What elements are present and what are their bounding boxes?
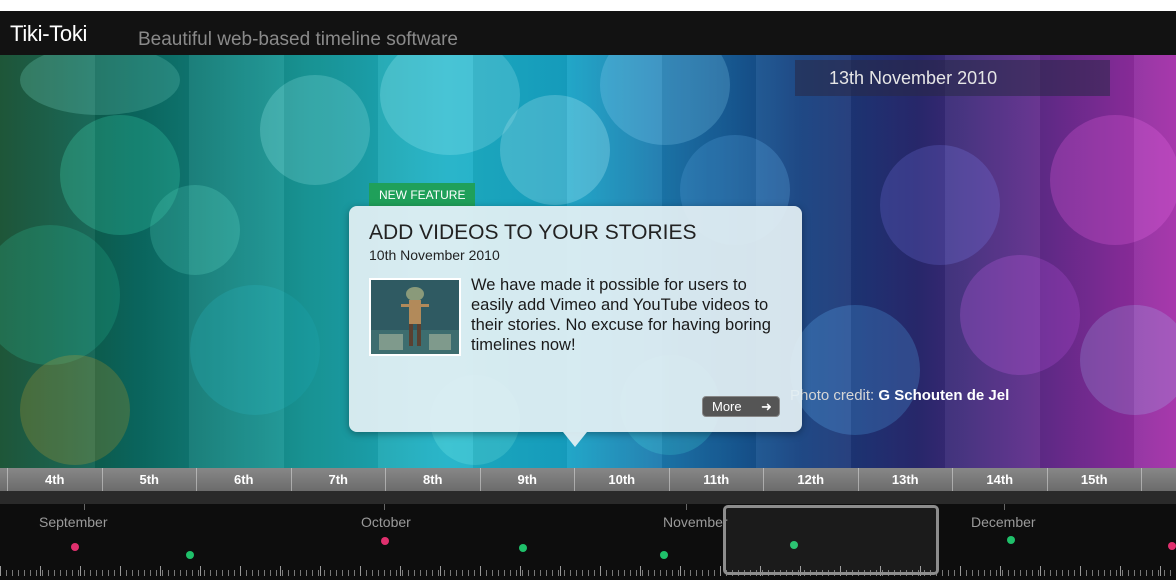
month-tick bbox=[686, 504, 687, 510]
story-category-tag[interactable]: NEW FEATURE bbox=[369, 183, 476, 206]
day-label[interactable]: 5th bbox=[101, 468, 197, 491]
story-marker[interactable] bbox=[519, 544, 527, 552]
day-label[interactable]: 12th bbox=[763, 468, 858, 491]
timeline-navigator[interactable]: September October November December bbox=[0, 504, 1176, 580]
photo-credit: Photo credit: G Schouten de Jel bbox=[790, 387, 1009, 404]
day-label[interactable]: 11th bbox=[668, 468, 764, 491]
story-card[interactable]: ADD VIDEOS TO YOUR STORIES 10th November… bbox=[349, 206, 802, 432]
story-marker[interactable] bbox=[186, 551, 194, 559]
month-label-october: October bbox=[361, 514, 411, 530]
photo-credit-prefix: Photo credit: bbox=[790, 387, 879, 404]
day-label[interactable]: 9th bbox=[479, 468, 575, 491]
timeline-app: Tiki-Toki Beautiful web-based timeline s… bbox=[0, 0, 1176, 580]
story-marker[interactable] bbox=[1007, 536, 1015, 544]
story-text: We have made it possible for users to ea… bbox=[471, 276, 771, 354]
story-card-pointer bbox=[563, 432, 587, 447]
month-tick bbox=[1004, 504, 1005, 510]
more-button[interactable]: More ➜ bbox=[702, 396, 780, 417]
story-thumbnail[interactable] bbox=[369, 278, 461, 356]
month-tick bbox=[384, 504, 385, 510]
day-label[interactable]: 14th bbox=[952, 468, 1047, 491]
current-date: 13th November 2010 bbox=[829, 68, 998, 88]
day-label[interactable]: 15th bbox=[1046, 468, 1142, 491]
more-button-label: More bbox=[712, 399, 742, 414]
day-label[interactable]: 7th bbox=[290, 468, 386, 491]
day-scale-bar[interactable]: 4th 5th 6th 7th 8th 9th 10th 11th 12th 13th 14th 15… bbox=[0, 468, 1176, 491]
story-marker[interactable] bbox=[381, 537, 389, 545]
timeline-stage[interactable]: 13th November 2010 Photo credit: G Schou… bbox=[0, 55, 1176, 468]
day-label[interactable]: 16th bbox=[1141, 468, 1176, 491]
photo-credit-author: G Schouten de Jel bbox=[878, 387, 1010, 404]
navigator-viewport-handle[interactable] bbox=[723, 505, 939, 575]
story-marker[interactable] bbox=[660, 551, 668, 559]
story-marker[interactable] bbox=[71, 543, 79, 551]
top-bar: Tiki-Toki Beautiful web-based timeline s… bbox=[0, 11, 1176, 55]
logo-text[interactable]: Tiki-Toki bbox=[10, 21, 87, 47]
day-label[interactable]: 8th bbox=[385, 468, 480, 491]
story-date: 10th November 2010 bbox=[369, 247, 500, 263]
month-label-september: September bbox=[39, 514, 108, 530]
month-label-november: November bbox=[663, 514, 728, 530]
navigator-top-strip bbox=[0, 491, 1176, 504]
day-label[interactable]: 13th bbox=[857, 468, 953, 491]
month-label-december: December bbox=[971, 514, 1036, 530]
month-tick bbox=[84, 504, 85, 510]
day-label[interactable]: 4th bbox=[7, 468, 102, 491]
tagline: Beautiful web-based timeline software bbox=[138, 29, 459, 50]
navigator-ruler-major bbox=[0, 566, 1176, 576]
story-marker[interactable] bbox=[1168, 542, 1176, 550]
current-date-banner: 13th November 2010 bbox=[795, 60, 1110, 96]
arrow-right-icon: ➜ bbox=[761, 399, 772, 414]
day-label[interactable]: 10th bbox=[574, 468, 669, 491]
day-label[interactable]: 6th bbox=[196, 468, 291, 491]
story-title: ADD VIDEOS TO YOUR STORIES bbox=[369, 221, 697, 244]
